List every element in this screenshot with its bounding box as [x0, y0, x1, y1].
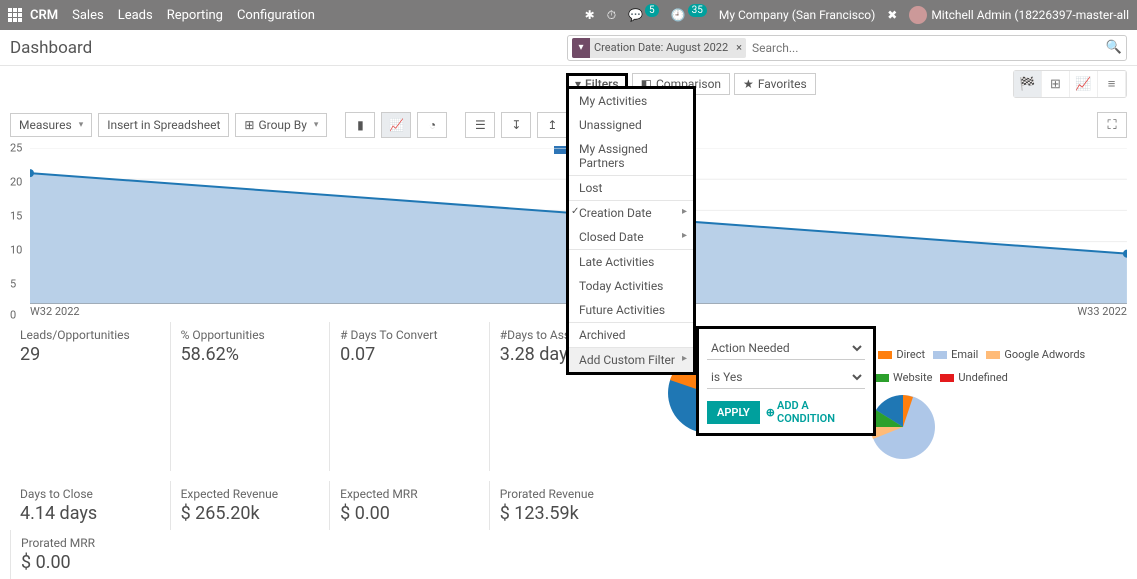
- x-tick: W32 2022: [30, 305, 80, 318]
- user-name: Mitchell Admin (18226397-master-all: [931, 8, 1129, 22]
- apply-button[interactable]: APPLY: [707, 401, 760, 424]
- chart-bar-icon[interactable]: ▮: [345, 112, 375, 138]
- kpi-expected-revenue: Expected Revenue$ 265.20k: [170, 481, 330, 530]
- filter-my-activities[interactable]: My Activities: [569, 89, 693, 113]
- sort-asc-icon[interactable]: ↥: [537, 112, 567, 138]
- search-input[interactable]: [746, 41, 1122, 55]
- facet-text: Creation Date: August 2022: [590, 41, 732, 54]
- custom-filter-operator[interactable]: is Yes: [707, 366, 865, 389]
- company-switcher[interactable]: My Company (San Francisco): [719, 8, 875, 22]
- filter-closed-date[interactable]: Closed Date: [569, 225, 693, 249]
- view-pivot-icon[interactable]: ⊞: [1042, 71, 1070, 97]
- search-facet: ▾ Creation Date: August 2022 ×: [572, 38, 746, 58]
- x-tick: W33 2022: [1077, 305, 1127, 318]
- page-title: Dashboard: [10, 38, 92, 58]
- filter-creation-date[interactable]: Creation Date: [569, 200, 693, 225]
- top-nav: CRM Sales Leads Reporting Configuration …: [0, 0, 1137, 30]
- nav-reporting[interactable]: Reporting: [167, 8, 223, 23]
- apps-icon[interactable]: [8, 8, 22, 22]
- nav-sales[interactable]: Sales: [72, 8, 104, 23]
- activities-badge: 35: [688, 4, 707, 17]
- facet-remove[interactable]: ×: [732, 41, 746, 54]
- search-icon[interactable]: 🔍: [1106, 40, 1122, 55]
- filter-archived[interactable]: Archived: [569, 322, 693, 347]
- insert-spreadsheet-button[interactable]: Insert in Spreadsheet: [98, 113, 229, 137]
- y-tick: 0: [10, 308, 16, 321]
- filter-unassigned[interactable]: Unassigned: [569, 113, 693, 137]
- view-switcher: 🏁 ⊞ 📈 ≡: [1013, 70, 1127, 98]
- systray-tools-icon[interactable]: ✖: [887, 8, 897, 22]
- kpi-leads: Leads/Opportunities29: [10, 322, 170, 471]
- filter-my-partners[interactable]: My Assigned Partners: [569, 137, 693, 175]
- filter-lost[interactable]: Lost: [569, 175, 693, 200]
- stacked-icon[interactable]: ☰: [465, 112, 495, 138]
- filter-future[interactable]: Future Activities: [569, 298, 693, 322]
- filters-dropdown: My Activities Unassigned My Assigned Par…: [566, 86, 696, 375]
- favorites-button[interactable]: ★ Favorites: [734, 73, 816, 95]
- custom-filter-panel: Action Needed is Yes APPLY ⊕ADD A CONDIT…: [696, 326, 876, 436]
- legend-item[interactable]: Website: [875, 371, 932, 384]
- add-condition-button[interactable]: ⊕ADD A CONDITION: [766, 399, 865, 425]
- filter-add-custom[interactable]: Add Custom Filter: [569, 347, 693, 372]
- y-tick: 5: [10, 278, 16, 291]
- filter-today[interactable]: Today Activities: [569, 274, 693, 298]
- groupby-button[interactable]: ⊞ Group By: [235, 113, 327, 137]
- view-graph-icon[interactable]: 📈: [1070, 71, 1098, 97]
- control-panel: Dashboard ▾ Creation Date: August 2022 ×…: [0, 30, 1137, 66]
- filter-icon: ▾: [572, 38, 590, 58]
- chart-pie-icon[interactable]: ◔: [417, 112, 447, 138]
- view-list-icon[interactable]: ≡: [1098, 71, 1126, 97]
- kpi-prorated-revenue: Prorated Revenue$ 123.59k: [489, 481, 649, 530]
- systray-activities-icon[interactable]: 🕘35: [671, 8, 707, 22]
- legend-item[interactable]: Google Adwords: [986, 348, 1085, 361]
- kpi-days-close: Days to Close4.14 days: [10, 481, 170, 530]
- systray-star-icon[interactable]: ✱: [585, 8, 595, 22]
- filter-late[interactable]: Late Activities: [569, 249, 693, 274]
- chart-line-icon[interactable]: 📈: [381, 112, 411, 138]
- custom-filter-field[interactable]: Action Needed: [707, 337, 865, 360]
- user-menu[interactable]: Mitchell Admin (18226397-master-all: [909, 6, 1129, 24]
- sort-desc-icon[interactable]: ↧: [501, 112, 531, 138]
- legend-item[interactable]: Email: [933, 348, 978, 361]
- y-tick: 20: [10, 176, 22, 189]
- kpi-expected-mrr: Expected MRR$ 0.00: [329, 481, 489, 530]
- y-tick: 25: [10, 142, 22, 155]
- plus-icon: ⊕: [766, 406, 775, 419]
- view-dashboard-icon[interactable]: 🏁: [1014, 71, 1042, 97]
- kpi-days-convert: # Days To Convert0.07: [329, 322, 489, 471]
- search-bar[interactable]: ▾ Creation Date: August 2022 × 🔍: [567, 35, 1127, 61]
- kpi-pct-opp: % Opportunities58.62%: [170, 322, 330, 471]
- nav-leads[interactable]: Leads: [118, 8, 153, 23]
- legend-item[interactable]: Undefined: [940, 371, 1007, 384]
- fullscreen-icon[interactable]: ⛶: [1097, 112, 1127, 138]
- nav-configuration[interactable]: Configuration: [237, 8, 315, 23]
- measures-button[interactable]: Measures: [10, 113, 92, 137]
- brand[interactable]: CRM: [30, 8, 58, 23]
- kpi-prorated-mrr: Prorated MRR$ 0.00: [10, 530, 170, 579]
- systray-clock-icon[interactable]: ⏱: [607, 8, 616, 23]
- systray-messages-icon[interactable]: 💬5: [628, 8, 659, 22]
- y-tick: 10: [10, 244, 22, 257]
- avatar: [909, 6, 927, 24]
- legend-item[interactable]: Direct: [878, 348, 925, 361]
- y-tick: 15: [10, 210, 22, 223]
- messages-badge: 5: [645, 4, 659, 17]
